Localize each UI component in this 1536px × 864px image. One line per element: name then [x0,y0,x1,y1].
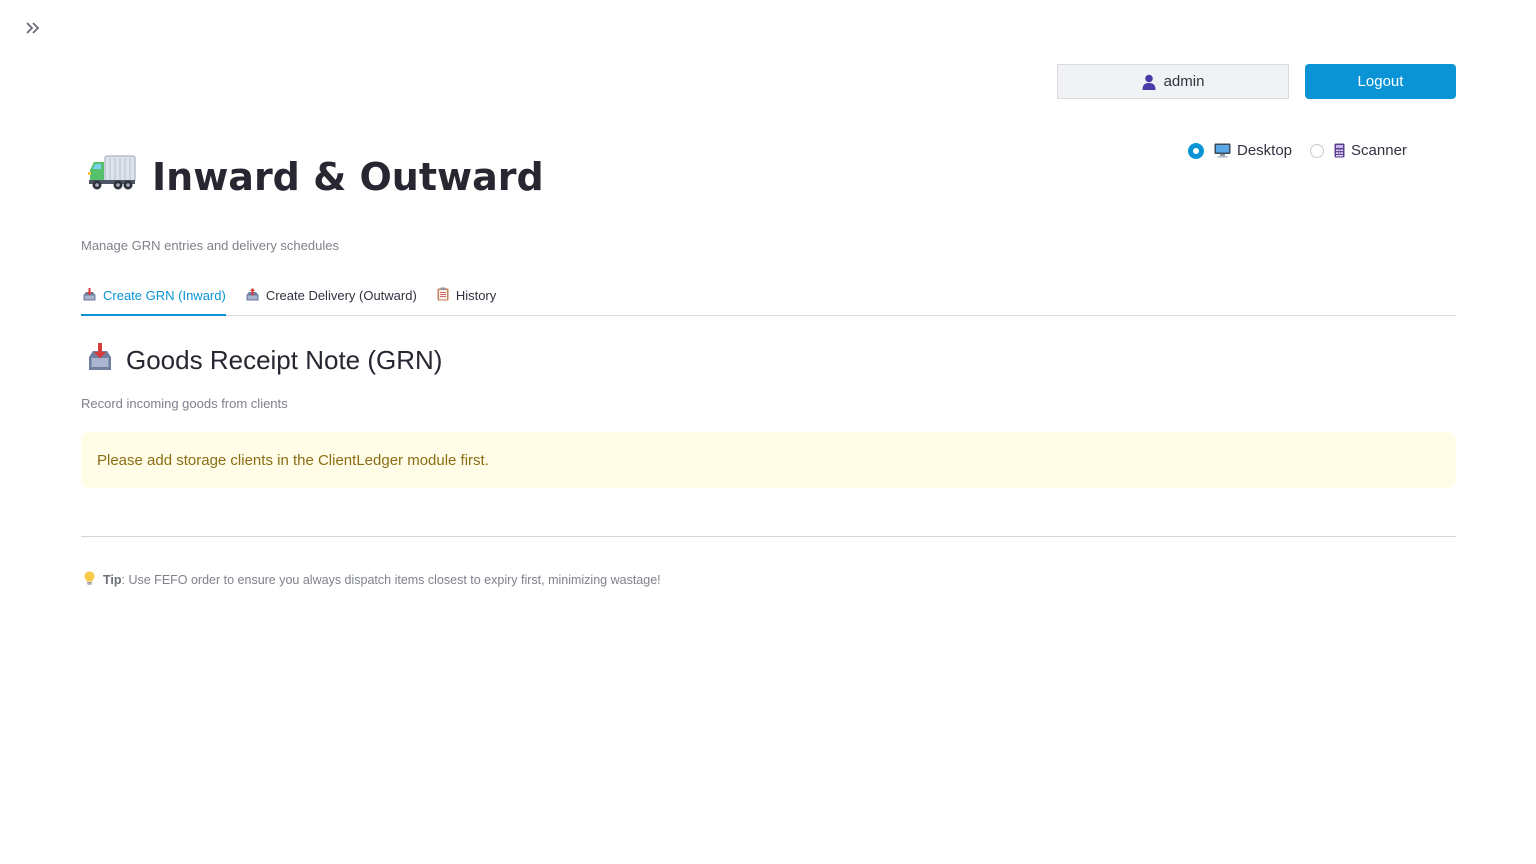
radio-label-desktop: Desktop [1237,142,1293,159]
user-icon [1142,74,1156,90]
truck-icon [88,152,136,201]
divider [81,536,1456,537]
page-title: Inward & Outward [88,152,544,201]
inbox-tray-icon [88,343,112,378]
section-title: Goods Receipt Note (GRN) [88,343,442,378]
outbox-tray-icon [246,287,259,304]
radio-button-unchecked[interactable] [1310,143,1325,158]
radio-option-desktop[interactable]: Desktop [1188,142,1292,159]
user-name: admin [1163,73,1205,90]
tab-label: Create Delivery (Outward) [265,288,417,303]
tab-create-delivery[interactable]: Create Delivery (Outward) [244,278,417,315]
double-chevron-right-icon[interactable] [22,18,44,40]
tab-bar: Create GRN (Inward) Create Delivery (Out… [81,278,1456,316]
page-subtitle: Manage GRN entries and delivery schedule… [81,238,339,253]
tip-label: Tip [103,572,122,587]
tab-create-grn[interactable]: Create GRN (Inward) [81,278,226,316]
clipboard-icon [437,287,449,304]
mode-radio-group: Desktop Scanner [1188,142,1425,159]
tab-label: Create GRN (Inward) [103,288,226,303]
tab-history[interactable]: History [435,278,496,315]
user-badge: admin [1057,64,1289,99]
tab-label: History [455,288,497,303]
tip-body: : Use FEFO order to ensure you always di… [121,572,661,587]
radio-option-scanner[interactable]: Scanner [1310,142,1407,159]
warning-alert: Please add storage clients in the Client… [81,432,1456,488]
logout-button[interactable]: Logout [1305,64,1456,99]
page-title-text: Inward & Outward [152,154,544,199]
desktop-computer-icon [1214,143,1231,158]
warning-message: Please add storage clients in the Client… [97,451,489,469]
lightbulb-icon [84,571,95,588]
tip-text: Tip: Use FEFO order to ensure you always… [84,571,661,588]
inbox-tray-icon [83,287,96,304]
section-title-text: Goods Receipt Note (GRN) [126,345,443,375]
section-caption: Record incoming goods from clients [81,396,288,411]
radio-label-scanner: Scanner [1351,142,1407,159]
radio-button-checked[interactable] [1188,142,1204,159]
scanner-device-icon [1334,143,1345,158]
